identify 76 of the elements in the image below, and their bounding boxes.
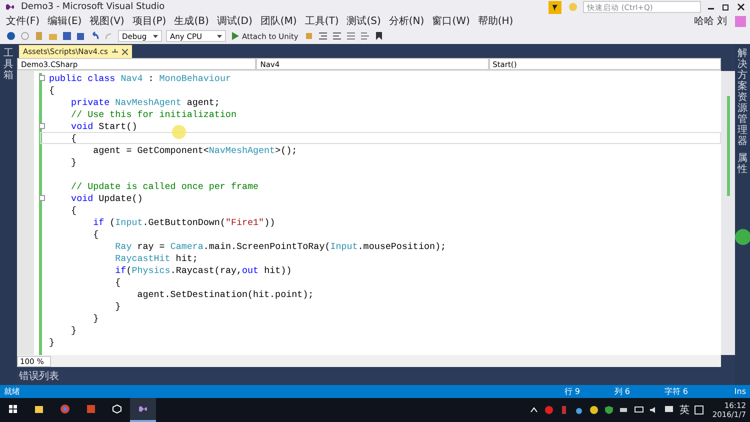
play-icon	[232, 32, 239, 40]
presentation-icon[interactable]	[86, 404, 96, 414]
record-icon[interactable]	[544, 405, 554, 415]
visual-studio-icon[interactable]	[138, 404, 148, 414]
code-line: {	[114, 276, 121, 288]
code-line: {	[92, 228, 99, 240]
code-line: }	[92, 312, 99, 324]
window-title: Demo3 - Microsoft Visual Studio	[21, 2, 165, 12]
close-icon[interactable]	[736, 2, 746, 12]
network-icon[interactable]	[634, 405, 644, 415]
menu-item[interactable]: 团队(M)	[258, 14, 299, 28]
code-line: }	[70, 324, 77, 336]
status-text: 就绪	[4, 386, 21, 397]
fold-toggle-icon[interactable]	[39, 195, 45, 201]
chevron-up-icon[interactable]	[529, 405, 540, 415]
dock-tab[interactable]: 属性	[738, 153, 748, 175]
code-line: }	[49, 336, 55, 348]
visual-studio-logo-icon	[4, 2, 16, 12]
code-line: // Use this for initialization	[70, 108, 236, 120]
caret-icon	[217, 34, 222, 38]
code-line: if (Input.GetButtonDown("Fire1"))	[92, 216, 276, 228]
code-line: public class Nav4 : MonoBehaviour	[49, 72, 231, 84]
browser-icon[interactable]	[60, 404, 70, 414]
fold-toggle-icon[interactable]	[39, 123, 45, 129]
code-line: void Start()	[70, 120, 138, 132]
menu-item[interactable]: 工具(T)	[302, 14, 341, 28]
bookmark-icon[interactable]	[374, 31, 384, 41]
cloud-icon[interactable]	[574, 405, 584, 415]
outdent-icon[interactable]	[332, 31, 342, 41]
menu-item[interactable]: 文件(F)	[4, 14, 42, 28]
dock-tab[interactable]: 解决方案资源管理器	[738, 48, 748, 147]
code-line: }	[114, 300, 121, 312]
save-icon[interactable]	[62, 31, 72, 41]
line-number: 行 9	[564, 386, 582, 397]
user-name[interactable]: 哈哈 刘	[694, 14, 727, 28]
menu-item[interactable]: 帮助(H)	[476, 14, 516, 28]
indent-icon[interactable]	[318, 31, 328, 41]
fold-toggle-icon[interactable]	[39, 75, 45, 81]
insert-mode: Ins	[734, 387, 746, 396]
code-line: {	[49, 84, 55, 96]
code-line: }	[70, 156, 77, 168]
code-line: private NavMeshAgent agent;	[70, 96, 220, 108]
caret-icon	[153, 34, 158, 38]
menu-item[interactable]: 窗口(W)	[430, 14, 472, 28]
close-icon[interactable]	[122, 48, 128, 54]
cursor-highlight-icon	[172, 125, 186, 139]
menu-item[interactable]: 生成(B)	[172, 14, 211, 28]
code-line: {	[70, 204, 77, 216]
menu-item[interactable]: 项目(P)	[130, 14, 168, 28]
code-line: // Update is called once per frame	[70, 180, 259, 192]
undo-icon[interactable]	[90, 31, 100, 41]
back-icon[interactable]	[6, 31, 16, 41]
folder-icon[interactable]	[34, 404, 44, 414]
menu-item[interactable]: 分析(N)	[386, 14, 426, 28]
code-line: if(Physics.Raycast(ray,out hit))	[114, 264, 292, 276]
restore-icon[interactable]	[721, 2, 731, 12]
shield-icon[interactable]	[604, 405, 614, 415]
code-line: agent.SetDestination(hit.point);	[136, 288, 314, 300]
windows-logo-icon[interactable]	[8, 404, 18, 414]
menu-item[interactable]: 测试(S)	[344, 14, 383, 28]
vertical-scrollbar[interactable]	[721, 71, 735, 355]
code-line: Ray ray = Camera.main.ScreenPointToRay(Input.mousePosition);	[114, 240, 446, 252]
char-number: 字符 6	[664, 386, 690, 397]
pin-icon[interactable]	[112, 48, 118, 54]
code-line: agent = GetComponent<NavMeshAgent>();	[92, 144, 298, 156]
menu-item[interactable]: 视图(V)	[88, 14, 126, 28]
toolbox-tab[interactable]: 工具箱	[4, 48, 14, 81]
code-line: RaycastHit hit;	[114, 252, 198, 264]
input-method-indicator[interactable]: 英	[679, 403, 690, 417]
column-number: 列 6	[614, 386, 632, 397]
code-line: void Update()	[70, 192, 143, 204]
menu-item[interactable]: 调试(D)	[214, 14, 254, 28]
code-line: {	[70, 132, 77, 144]
menu-item[interactable]: 编辑(E)	[46, 14, 84, 28]
filter-icon[interactable]	[547, 0, 563, 14]
error-list-tab[interactable]: 错误列表	[17, 369, 61, 383]
